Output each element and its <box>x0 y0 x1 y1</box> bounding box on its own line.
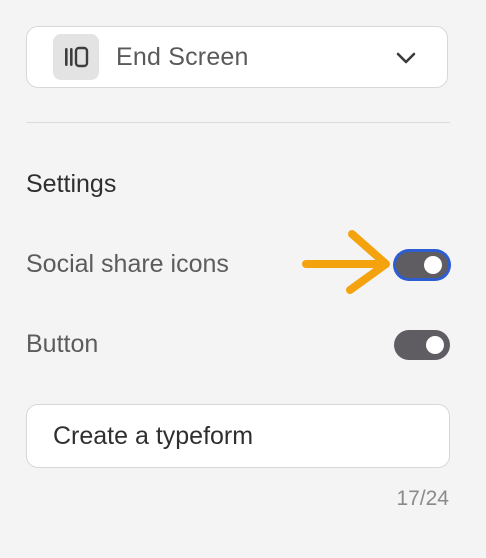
screen-select-label: End Screen <box>116 42 249 71</box>
social-share-icons-label: Social share icons <box>26 250 229 278</box>
button-text-input[interactable] <box>26 404 450 468</box>
settings-heading: Settings <box>26 170 117 198</box>
arrow-right-icon <box>302 230 390 294</box>
end-screen-icon <box>53 34 99 80</box>
character-counter: 17/24 <box>396 487 449 510</box>
button-toggle[interactable] <box>394 330 450 360</box>
toggle-knob <box>426 336 444 354</box>
social-share-icons-toggle[interactable] <box>394 250 450 280</box>
section-divider <box>26 122 450 123</box>
screen-select-dropdown[interactable]: End Screen <box>26 26 448 88</box>
toggle-knob <box>424 256 442 274</box>
button-label: Button <box>26 330 99 358</box>
chevron-down-icon[interactable] <box>395 48 417 68</box>
